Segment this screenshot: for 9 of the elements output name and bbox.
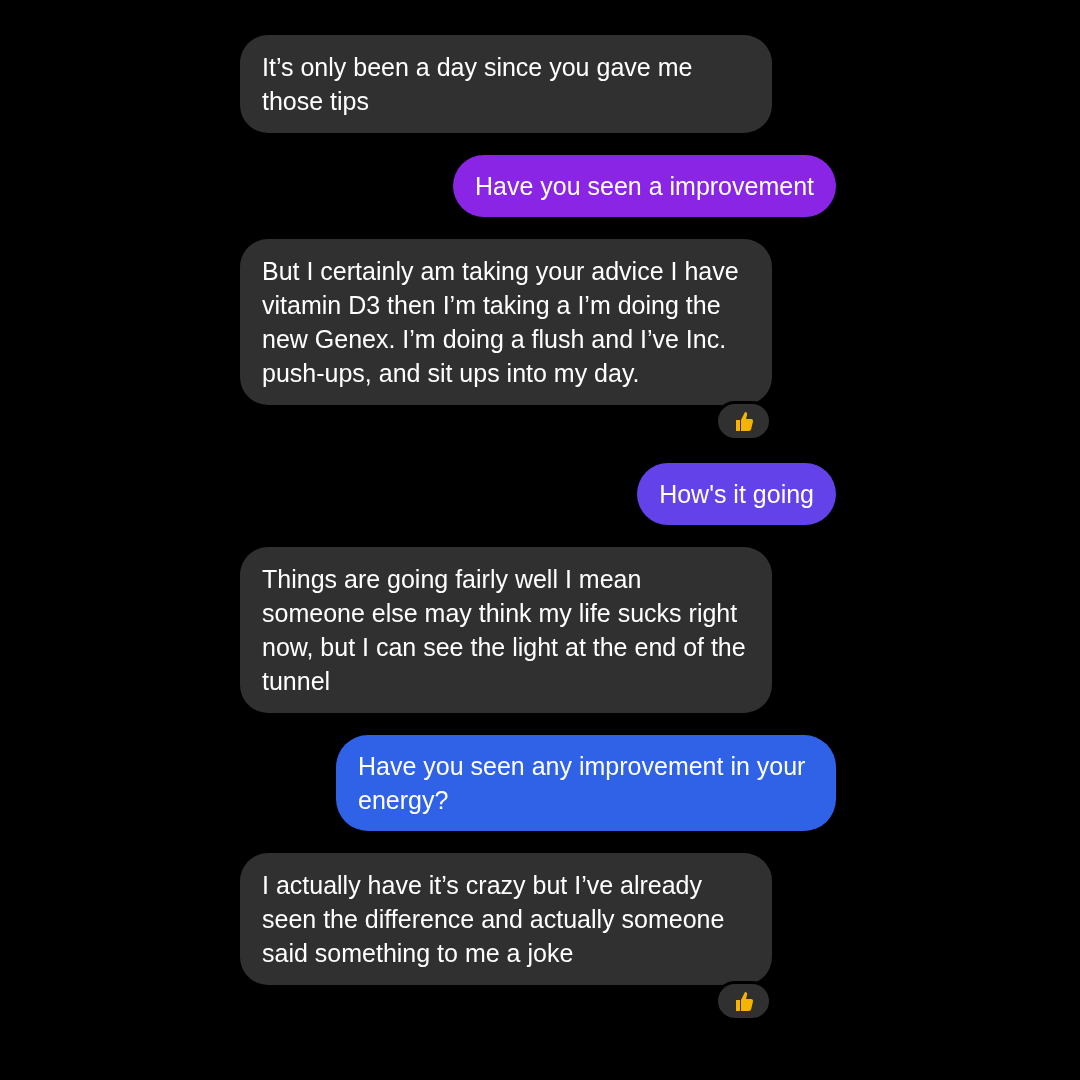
received-message-bubble: Things are going fairly well I mean someone else may think my life sucks right now, but I can see the light at the end of the tunnel bbox=[240, 547, 772, 713]
thumbs-up-icon bbox=[733, 990, 754, 1012]
received-message-bubble: I actually have it’s crazy but I’ve already seen the difference and actually someone said something to me a joke bbox=[240, 853, 772, 985]
received-message-bubble: It’s only been a day since you gave me those tips bbox=[240, 35, 772, 133]
thumbs-up-icon bbox=[733, 410, 754, 432]
sent-message-bubble: Have you seen a improvement bbox=[452, 155, 836, 217]
received-message-bubble: But I certainly am taking your advice I have vitamin D3 then I’m taking a I’m doing the new Genex. I’m doing a flush and I’ve Inc. push-ups, and sit ups into my day. bbox=[240, 239, 772, 405]
sent-message-bubble: How's it going bbox=[637, 463, 836, 525]
sent-message-bubble: Have you seen any improvement in your energy? bbox=[336, 735, 836, 831]
